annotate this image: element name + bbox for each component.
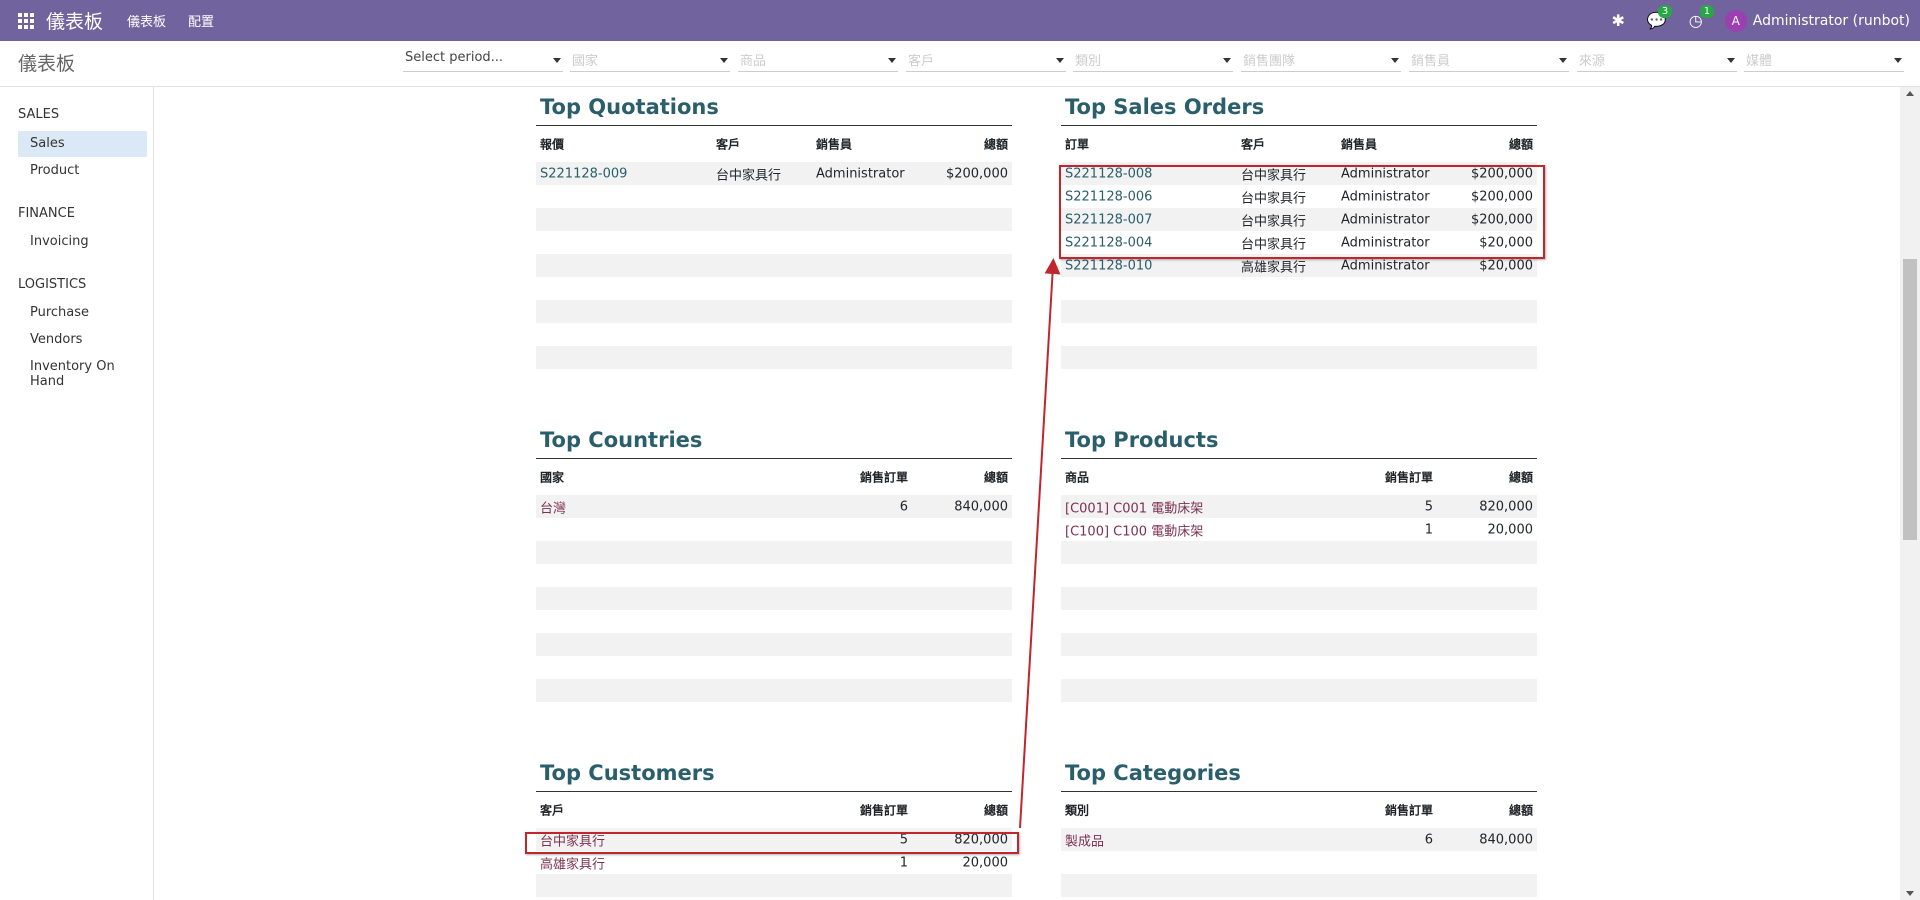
scroll-down-arrow-icon[interactable] (1906, 891, 1914, 896)
annotation-arrow (1019, 258, 1061, 829)
scroll-thumb[interactable] (1903, 259, 1917, 540)
scroll-up-arrow-icon[interactable] (1906, 91, 1914, 96)
page-scrollbar[interactable] (1900, 87, 1920, 900)
